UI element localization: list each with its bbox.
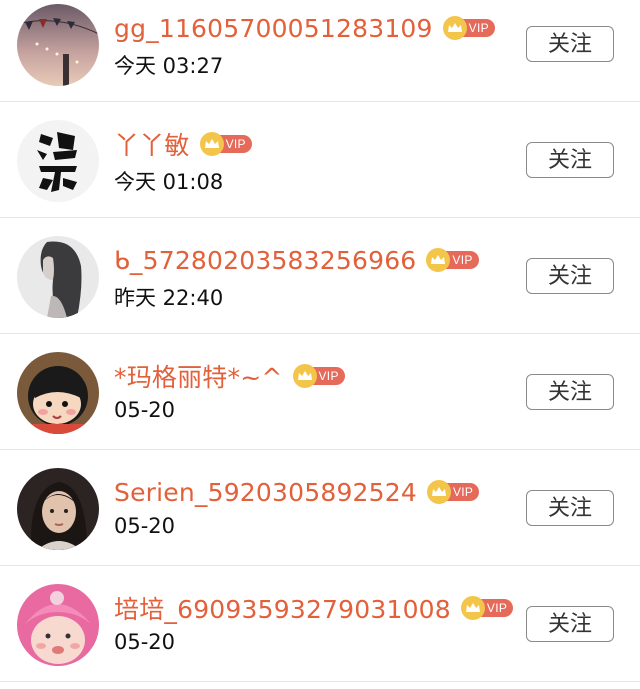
vip-badge: VIP [199,132,252,156]
crown-icon [460,596,485,620]
follow-button[interactable]: 关注 [526,490,614,526]
list-item[interactable]: ᑲ_57280203583256966 VIP 昨天 22:40 关注 [0,218,640,334]
vip-badge: VIP [292,364,345,388]
name-line: 丫丫敏 VIP [114,126,252,162]
vip-badge: VIP [460,596,514,620]
crown-icon [292,364,317,388]
crown-icon [426,480,451,504]
vip-badge: VIP [426,480,480,504]
name-line: gg_11605700051283109 VIP [114,10,495,46]
avatar[interactable] [17,352,99,434]
follow-button[interactable]: 关注 [526,606,614,642]
timestamp: 05-20 [114,514,176,538]
vip-badge: VIP [442,16,495,40]
follow-list: gg_11605700051283109 VIP 今天 03:27 关注 丫丫敏… [0,0,640,682]
avatar[interactable] [17,120,99,202]
follow-button[interactable]: 关注 [526,374,614,410]
timestamp: 今天 01:08 [114,170,224,194]
avatar[interactable] [17,236,99,318]
list-item[interactable]: 培培_69093593279031008 VIP 05-20 关注 [0,566,640,682]
user-name[interactable]: 丫丫敏 [114,126,190,162]
timestamp: 05-20 [114,630,176,654]
list-item[interactable]: Serien_5920305892524 VIP 05-20 关注 [0,450,640,566]
avatar[interactable] [17,584,99,666]
vip-badge: VIP [426,248,479,272]
follow-button[interactable]: 关注 [526,26,614,62]
user-name[interactable]: *玛格丽特*~^ [114,358,283,394]
name-line: *玛格丽特*~^ VIP [114,358,345,394]
list-item[interactable]: *玛格丽特*~^ VIP 05-20 关注 [0,334,640,450]
timestamp: 今天 03:27 [114,54,224,78]
timestamp: 昨天 22:40 [114,286,224,310]
crown-icon [442,16,467,40]
name-line: ᑲ_57280203583256966 VIP [114,242,479,278]
user-name[interactable]: 培培_69093593279031008 [114,590,451,626]
name-line: Serien_5920305892524 VIP [114,474,480,510]
list-item[interactable]: gg_11605700051283109 VIP 今天 03:27 关注 [0,0,640,102]
follow-button[interactable]: 关注 [526,142,614,178]
avatar[interactable] [17,4,99,86]
avatar[interactable] [17,468,99,550]
name-line: 培培_69093593279031008 VIP [114,590,514,626]
timestamp: 05-20 [114,398,176,422]
follow-button[interactable]: 关注 [526,258,614,294]
crown-icon [199,132,224,156]
user-name[interactable]: Serien_5920305892524 [114,478,417,507]
user-name[interactable]: gg_11605700051283109 [114,14,433,43]
list-item[interactable]: 丫丫敏 VIP 今天 01:08 关注 [0,102,640,218]
user-name[interactable]: ᑲ_57280203583256966 [114,246,416,275]
